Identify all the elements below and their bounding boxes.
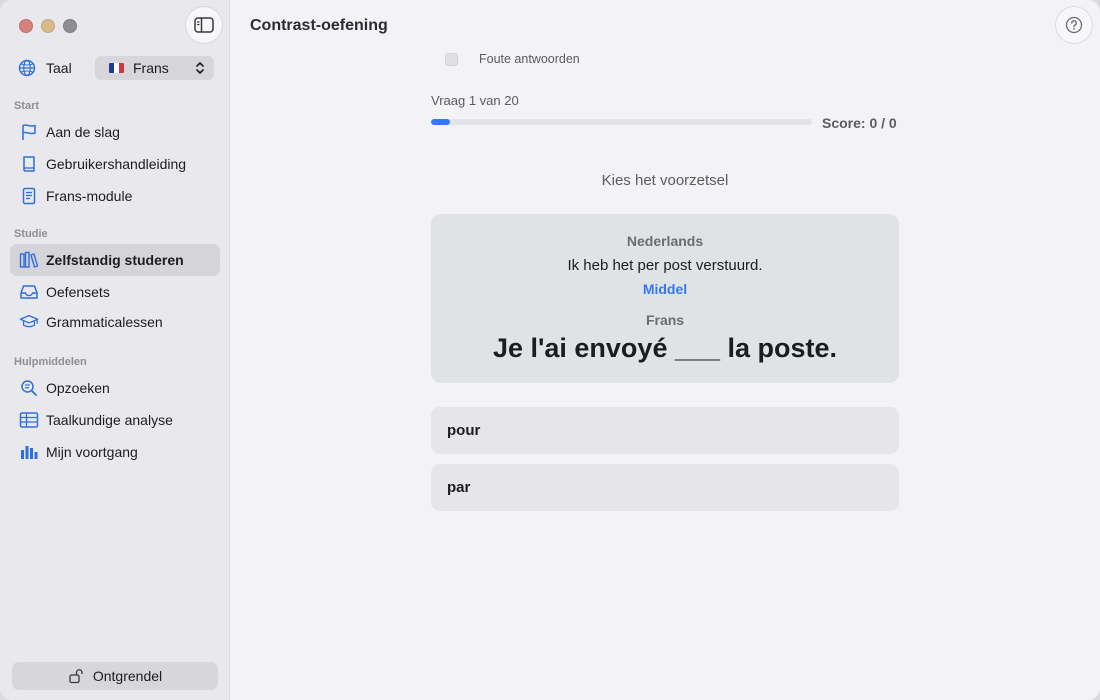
- globe-icon: [18, 59, 36, 77]
- language-select[interactable]: Frans: [95, 56, 214, 80]
- help-button[interactable]: [1056, 7, 1092, 43]
- graduation-cap-icon: [19, 312, 39, 332]
- wrong-answers-checkbox[interactable]: [445, 52, 458, 66]
- sidebar-item-label: Aan de slag: [46, 124, 120, 140]
- bar-chart-icon: [19, 442, 39, 462]
- french-flag-icon: [109, 63, 124, 73]
- source-sentence: Ik heb het per post verstuurd.: [567, 257, 763, 274]
- section-header-start: Start: [14, 100, 40, 112]
- zoom-window-button[interactable]: [63, 19, 77, 33]
- library-icon: [19, 250, 39, 270]
- tray-icon: [19, 282, 39, 302]
- score-label: Score: 0 / 0: [822, 115, 897, 131]
- progress-bar: [431, 119, 812, 125]
- target-sentence: Je l'ai envoyé ___ la poste.: [492, 333, 838, 363]
- sidebar-item-oefensets[interactable]: Oefensets: [10, 276, 220, 308]
- sidebar-toggle-icon: [194, 17, 214, 33]
- question-counter: Vraag 1 van 20: [431, 93, 519, 108]
- page-title: Contrast-oefening: [250, 17, 388, 34]
- unlock-icon: [68, 668, 84, 684]
- sidebar-item-opzoeken[interactable]: Opzoeken: [10, 372, 220, 404]
- language-row: Taal Frans: [18, 56, 214, 80]
- book-icon: [19, 154, 39, 174]
- chevron-up-down-icon: [195, 61, 205, 78]
- sidebar-item-frans-module[interactable]: Frans-module: [10, 180, 220, 212]
- sidebar-item-label: Oefensets: [46, 284, 110, 300]
- magnifier-icon: [19, 378, 39, 398]
- sidebar-toggle-button[interactable]: [186, 7, 222, 43]
- wrong-answers-toggle[interactable]: Foute antwoorden: [445, 52, 580, 66]
- target-language-label: Frans: [645, 312, 685, 328]
- section-header-hulpmiddelen: Hulpmiddelen: [14, 356, 87, 368]
- wrong-answers-label: Foute antwoorden: [479, 52, 580, 66]
- minimize-window-button[interactable]: [41, 19, 55, 33]
- flag-icon: [19, 122, 39, 142]
- sidebar-item-taalkundige-analyse[interactable]: Taalkundige analyse: [10, 404, 220, 436]
- close-window-button[interactable]: [19, 19, 33, 33]
- answer-option[interactable]: par: [431, 464, 899, 511]
- sidebar-item-label: Frans-module: [46, 188, 133, 204]
- unlock-label: Ontgrendel: [92, 668, 163, 684]
- sidebar-item-zelfstandig-studeren[interactable]: Zelfstandig studeren: [10, 244, 220, 276]
- section-header-studie: Studie: [14, 228, 48, 240]
- sidebar-item-label: Taalkundige analyse: [46, 412, 173, 428]
- sidebar-item-aan-de-slag[interactable]: Aan de slag: [10, 116, 220, 148]
- question-card: Nederlands Ik heb het per post verstuurd…: [431, 214, 899, 383]
- sidebar: Taal Frans Start Aan de slag Gebruikersh…: [0, 0, 230, 700]
- question-mark-icon: [1065, 16, 1083, 34]
- sidebar-item-label: Gebruikershandleiding: [46, 156, 187, 172]
- module-icon: [19, 186, 39, 206]
- language-label: Taal: [46, 60, 72, 76]
- sidebar-item-label: Mijn voortgang: [46, 444, 138, 460]
- sidebar-item-gebruikershandleiding[interactable]: Gebruikershandleiding: [10, 148, 220, 180]
- main-content: Contrast-oefening Foute antwoorden Vraag…: [231, 0, 1100, 700]
- sidebar-item-label: Zelfstandig studeren: [46, 252, 184, 268]
- language-select-value: Frans: [133, 60, 169, 76]
- instruction-text: Kies het voorzetsel: [601, 172, 729, 189]
- sidebar-item-grammaticalessen[interactable]: Grammaticalessen: [10, 306, 220, 338]
- table-icon: [19, 410, 39, 430]
- progress-bar-fill: [431, 119, 451, 125]
- difficulty-level: Middel: [642, 281, 688, 297]
- sidebar-item-mijn-voortgang[interactable]: Mijn voortgang: [10, 436, 220, 468]
- sidebar-item-label: Opzoeken: [46, 380, 110, 396]
- sidebar-item-label: Grammaticalessen: [46, 314, 163, 330]
- window-controls: [19, 19, 77, 33]
- answer-option[interactable]: pour: [431, 407, 899, 454]
- source-language-label: Nederlands: [626, 233, 704, 249]
- unlock-button[interactable]: Ontgrendel: [12, 662, 218, 690]
- app-window: Taal Frans Start Aan de slag Gebruikersh…: [0, 0, 1100, 700]
